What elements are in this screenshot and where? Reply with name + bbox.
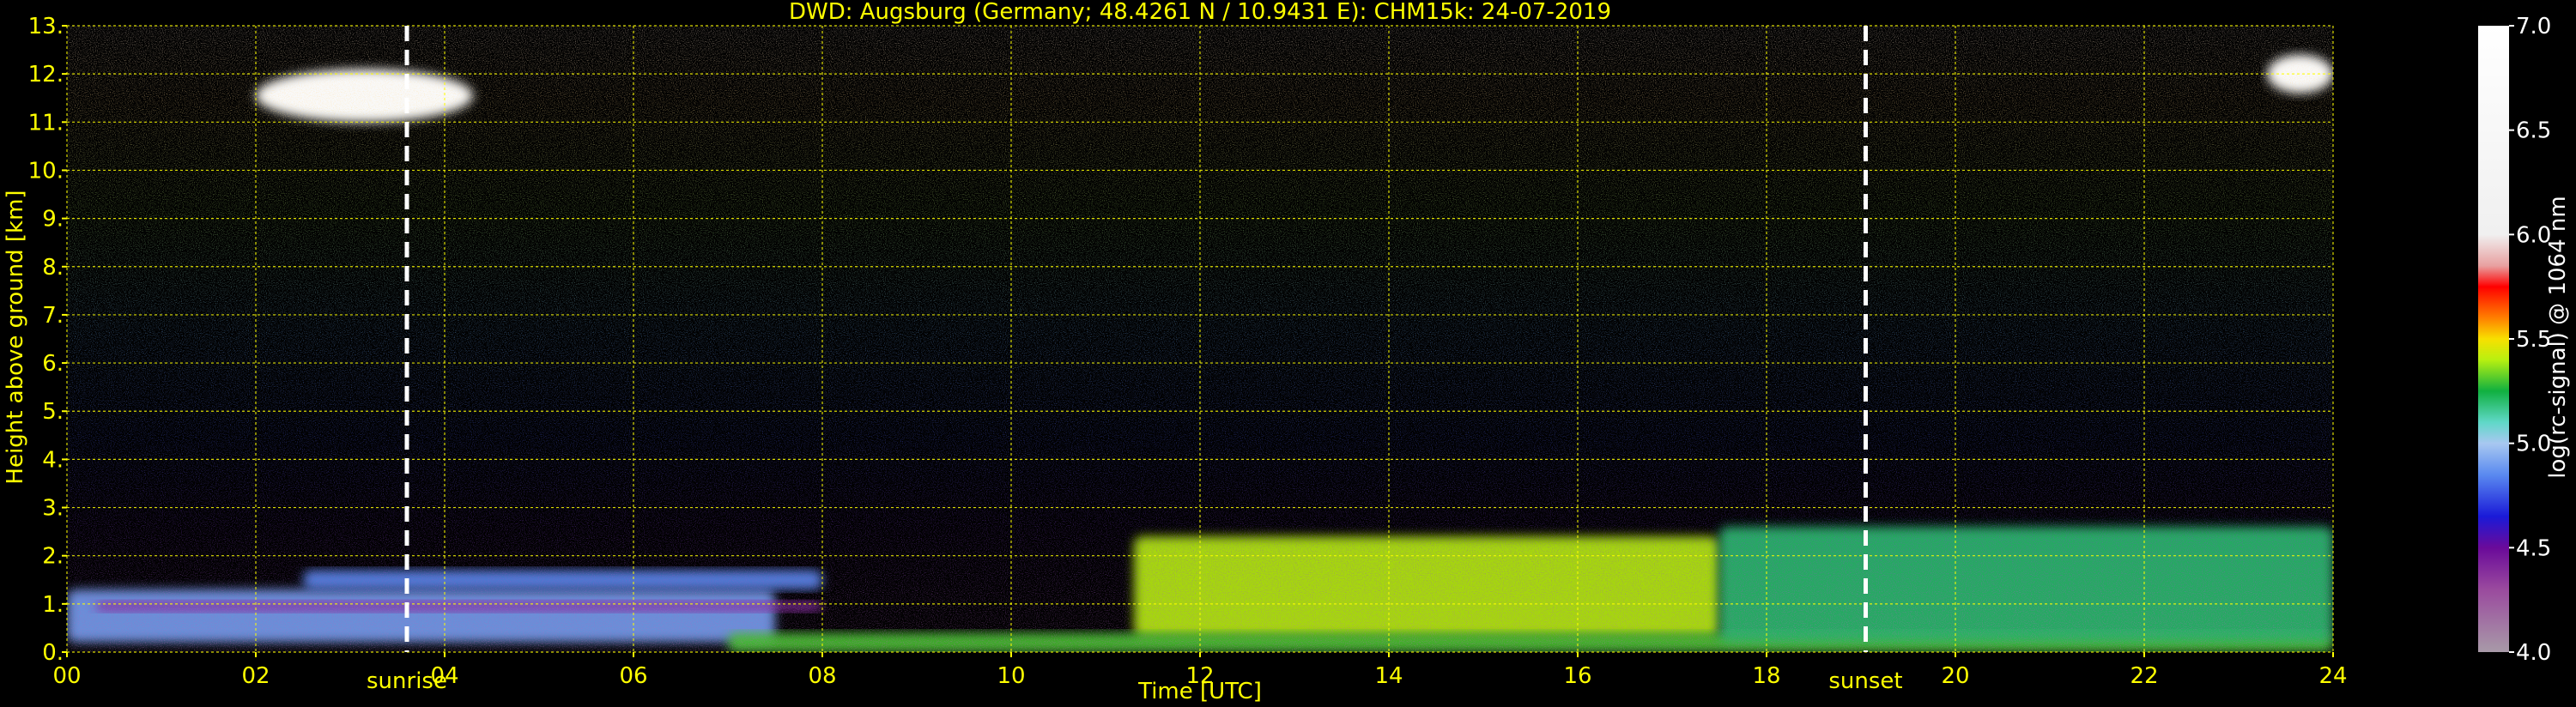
y-tick-label: 12.: [28, 62, 64, 88]
lidar-chart: DWD: Augsburg (Germany; 48.4261 N / 10.9…: [3, 0, 2571, 704]
colorbar-label: log(rc-signal) @ 1064 nm: [2545, 196, 2571, 478]
x-axis-label: Time [UTC]: [1137, 679, 1262, 704]
y-tick-label: 13.: [28, 14, 64, 39]
chart-title: DWD: Augsburg (Germany; 48.4261 N / 10.9…: [789, 0, 1611, 25]
x-tick-label: 16: [1563, 663, 1591, 689]
x-tick-label: 00: [52, 663, 81, 689]
y-tick-label: 4.: [42, 447, 64, 473]
marker-label-sunset: sunset: [1828, 668, 1902, 694]
y-tick-label: 9.: [42, 207, 64, 233]
y-tick-label: 11.: [28, 110, 64, 136]
y-tick-label: 1.: [42, 592, 64, 618]
x-tick-label: 18: [1752, 663, 1780, 689]
y-tick-label: 5.: [42, 399, 64, 425]
x-tick-label: 02: [241, 663, 270, 689]
y-tick-label: 3.: [42, 496, 64, 522]
plot-area: sunrise sunset: [66, 25, 2334, 694]
y-tick-label: 0.: [42, 640, 64, 666]
colorbar-tick-label: 7.0: [2516, 14, 2551, 39]
y-tick-label: 2.: [42, 544, 64, 570]
y-axis-label: Height above ground [km]: [3, 190, 28, 484]
x-tick-label: 10: [997, 663, 1025, 689]
x-tick-label: 06: [619, 663, 647, 689]
x-tick-label: 24: [2318, 663, 2347, 689]
x-tick-label: 08: [808, 663, 836, 689]
colorbar-gradient: [2478, 26, 2509, 652]
y-tick-label: 7.: [42, 303, 64, 329]
y-tick-label: 10.: [28, 158, 64, 184]
x-tick-label: 14: [1374, 663, 1403, 689]
x-tick-label: 04: [430, 663, 458, 689]
colorbar-tick-label: 4.0: [2516, 640, 2551, 666]
colorbar-tick-label: 6.5: [2516, 118, 2551, 144]
x-tick-label: 22: [2130, 663, 2158, 689]
colorbar: 4.04.55.05.56.06.57.0: [2478, 14, 2551, 666]
x-tick-label: 20: [1941, 663, 1969, 689]
y-tick-label: 6.: [42, 351, 64, 377]
colorbar-tick-label: 4.5: [2516, 535, 2551, 561]
y-tick-label: 8.: [42, 255, 64, 281]
y-axis: 0. 1. 2. 3. 4. 5. 6. 7. 8. 9. 10. 11. 12. 13.: [28, 14, 67, 666]
